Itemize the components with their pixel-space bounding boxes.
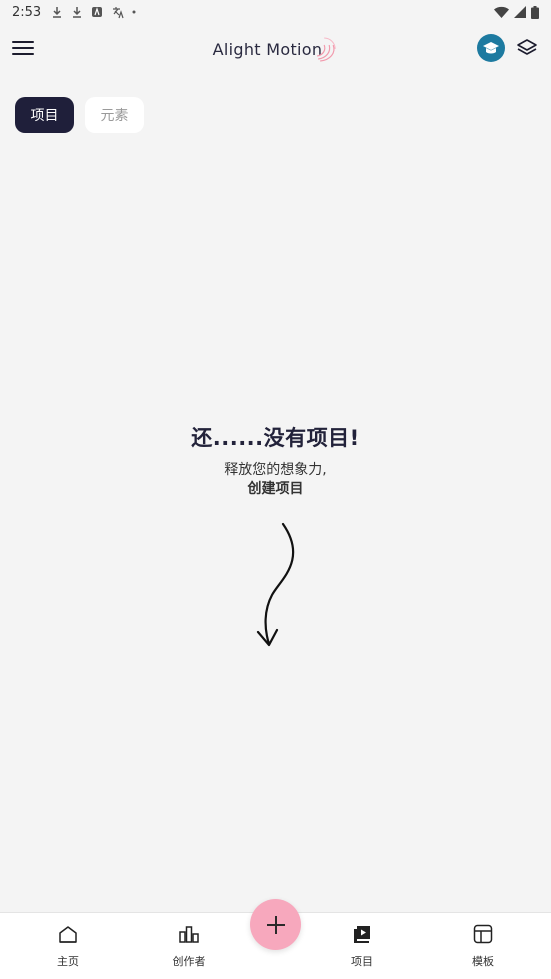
nav-projects[interactable]: 项目 [332, 923, 392, 969]
plus-icon [266, 915, 285, 934]
nav-home[interactable]: 主页 [38, 923, 98, 969]
nav-templates-label: 模板 [472, 955, 494, 968]
learn-button[interactable] [477, 34, 505, 62]
nav-templates[interactable]: 模板 [453, 923, 513, 969]
projects-icon [354, 926, 370, 943]
app-logo: Alight Motion [213, 34, 339, 64]
download-icon [53, 7, 62, 18]
status-time: 2:53 [12, 4, 42, 20]
app-name: Alight Motion [212, 39, 323, 59]
status-bar: 2:53 [0, 0, 551, 24]
nav-home-label: 主页 [57, 955, 79, 968]
create-project-button[interactable] [250, 899, 301, 950]
hamburger-icon-line [12, 53, 34, 55]
tab-elements[interactable]: 元素 [85, 97, 144, 133]
hamburger-icon-line [12, 41, 34, 43]
home-icon [59, 926, 77, 943]
swirl-logo-icon [317, 37, 336, 62]
status-notification-icons [51, 6, 136, 19]
wifi-icon [494, 6, 509, 18]
layers-button[interactable] [516, 37, 538, 59]
a-icon [92, 7, 103, 17]
nav-creators[interactable]: 创作者 [159, 923, 219, 969]
battery-icon [531, 5, 539, 19]
empty-state-subtitle: 释放您的想象力, [224, 462, 327, 478]
status-system-icons [494, 5, 539, 19]
empty-state-title: 还......没有项目! [191, 426, 360, 450]
templates-icon [473, 924, 493, 944]
signal-icon [514, 6, 526, 18]
curved-arrow-icon [256, 522, 295, 647]
empty-state-cta-text: 创建项目 [247, 481, 304, 497]
menu-button[interactable] [12, 38, 34, 60]
app-bar: Alight Motion [0, 28, 551, 72]
download-icon [73, 7, 82, 18]
translate-icon [113, 6, 124, 18]
creators-icon [179, 926, 199, 943]
project-tabs: 项目 元素 [15, 97, 144, 133]
nav-projects-label: 项目 [351, 955, 373, 968]
nav-creators-label: 创作者 [172, 955, 206, 968]
tab-projects[interactable]: 项目 [15, 97, 74, 133]
hamburger-icon-line [12, 47, 34, 49]
dot-icon [132, 10, 136, 14]
graduation-cap-icon [483, 42, 499, 54]
layers-icon [517, 39, 537, 55]
